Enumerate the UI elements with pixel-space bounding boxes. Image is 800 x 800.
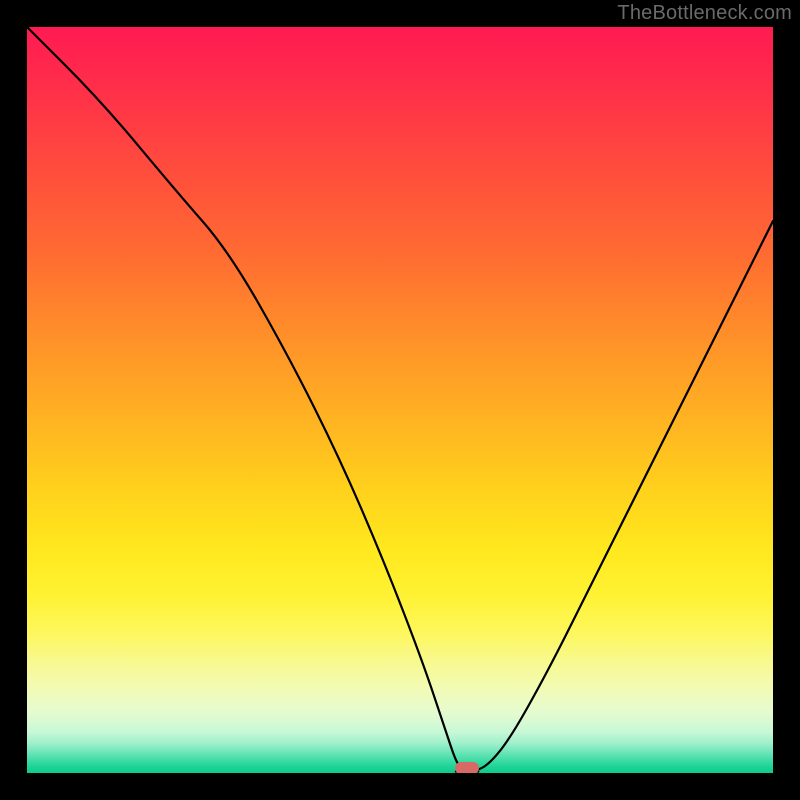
optimal-marker — [455, 762, 479, 773]
watermark-text: TheBottleneck.com — [617, 2, 792, 25]
bottleneck-curve — [27, 27, 773, 773]
chart-frame: TheBottleneck.com — [0, 0, 800, 800]
plot-area — [27, 27, 773, 773]
